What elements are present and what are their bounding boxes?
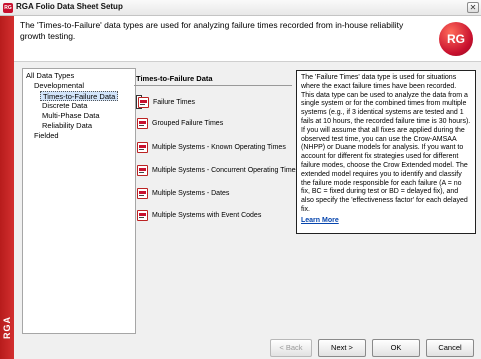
tree-item-developmental[interactable]: Developmental <box>34 81 84 91</box>
tree-item-all-data-types[interactable]: All Data Types <box>26 71 74 81</box>
main-content: All Data Types Developmental Times-to-Fa… <box>14 61 481 337</box>
option-label: Multiple Systems - Concurrent Operating … <box>152 167 300 174</box>
header-description: The 'Times-to-Failure' data types are us… <box>20 20 404 41</box>
option-label: Failure Times <box>153 99 196 106</box>
option-label: Multiple Systems - Dates <box>152 190 230 197</box>
option-label: Multiple Systems - Known Operating Times <box>152 144 286 151</box>
next-button[interactable]: Next > <box>318 339 366 357</box>
panel-title: Times-to-Failure Data <box>136 74 213 83</box>
rg-logo: RG <box>439 22 473 56</box>
footer: < Back Next > OK Cancel <box>14 337 481 359</box>
tree-item-multi-phase-data[interactable]: Multi-Phase Data <box>42 111 100 121</box>
learn-more-link[interactable]: Learn More <box>301 217 339 226</box>
description-box: The 'Failure Times' data type is used fo… <box>296 70 476 234</box>
brand-band: RGA <box>0 16 14 359</box>
description-text: The 'Failure Times' data type is used fo… <box>301 74 471 213</box>
back-button[interactable]: < Back <box>270 339 312 357</box>
tree-item-times-to-failure[interactable]: Times-to-Failure Data <box>40 91 119 101</box>
data-type-panel: Times-to-Failure Data Failure Times Grou… <box>130 68 299 334</box>
close-button[interactable]: ✕ <box>467 2 479 13</box>
tree-item-reliability-data[interactable]: Reliability Data <box>42 121 92 131</box>
panel-divider <box>134 85 292 86</box>
brand-band-label: RGA <box>2 316 12 339</box>
title-bar: RG RGA Folio Data Sheet Setup ✕ <box>0 0 481 16</box>
ok-button[interactable]: OK <box>372 339 420 357</box>
data-sheet-icon <box>137 142 148 153</box>
data-sheet-icon <box>137 165 148 176</box>
option-label: Grouped Failure Times <box>152 120 224 127</box>
option-label: Multiple Systems with Event Codes <box>152 212 262 219</box>
app-icon: RG <box>3 3 13 13</box>
cancel-button[interactable]: Cancel <box>426 339 474 357</box>
data-sheet-icon <box>138 97 149 108</box>
header: The 'Times-to-Failure' data types are us… <box>14 16 481 61</box>
window-title: RGA Folio Data Sheet Setup <box>16 2 123 11</box>
tree-item-fielded[interactable]: Fielded <box>34 131 59 141</box>
data-sheet-icon <box>137 118 148 129</box>
data-type-tree[interactable]: All Data Types Developmental Times-to-Fa… <box>22 68 136 334</box>
tree-item-discrete-data[interactable]: Discrete Data <box>42 101 87 111</box>
option-failure-times[interactable]: Failure Times <box>136 95 195 109</box>
data-sheet-icon <box>137 188 148 199</box>
data-sheet-icon <box>137 210 148 221</box>
